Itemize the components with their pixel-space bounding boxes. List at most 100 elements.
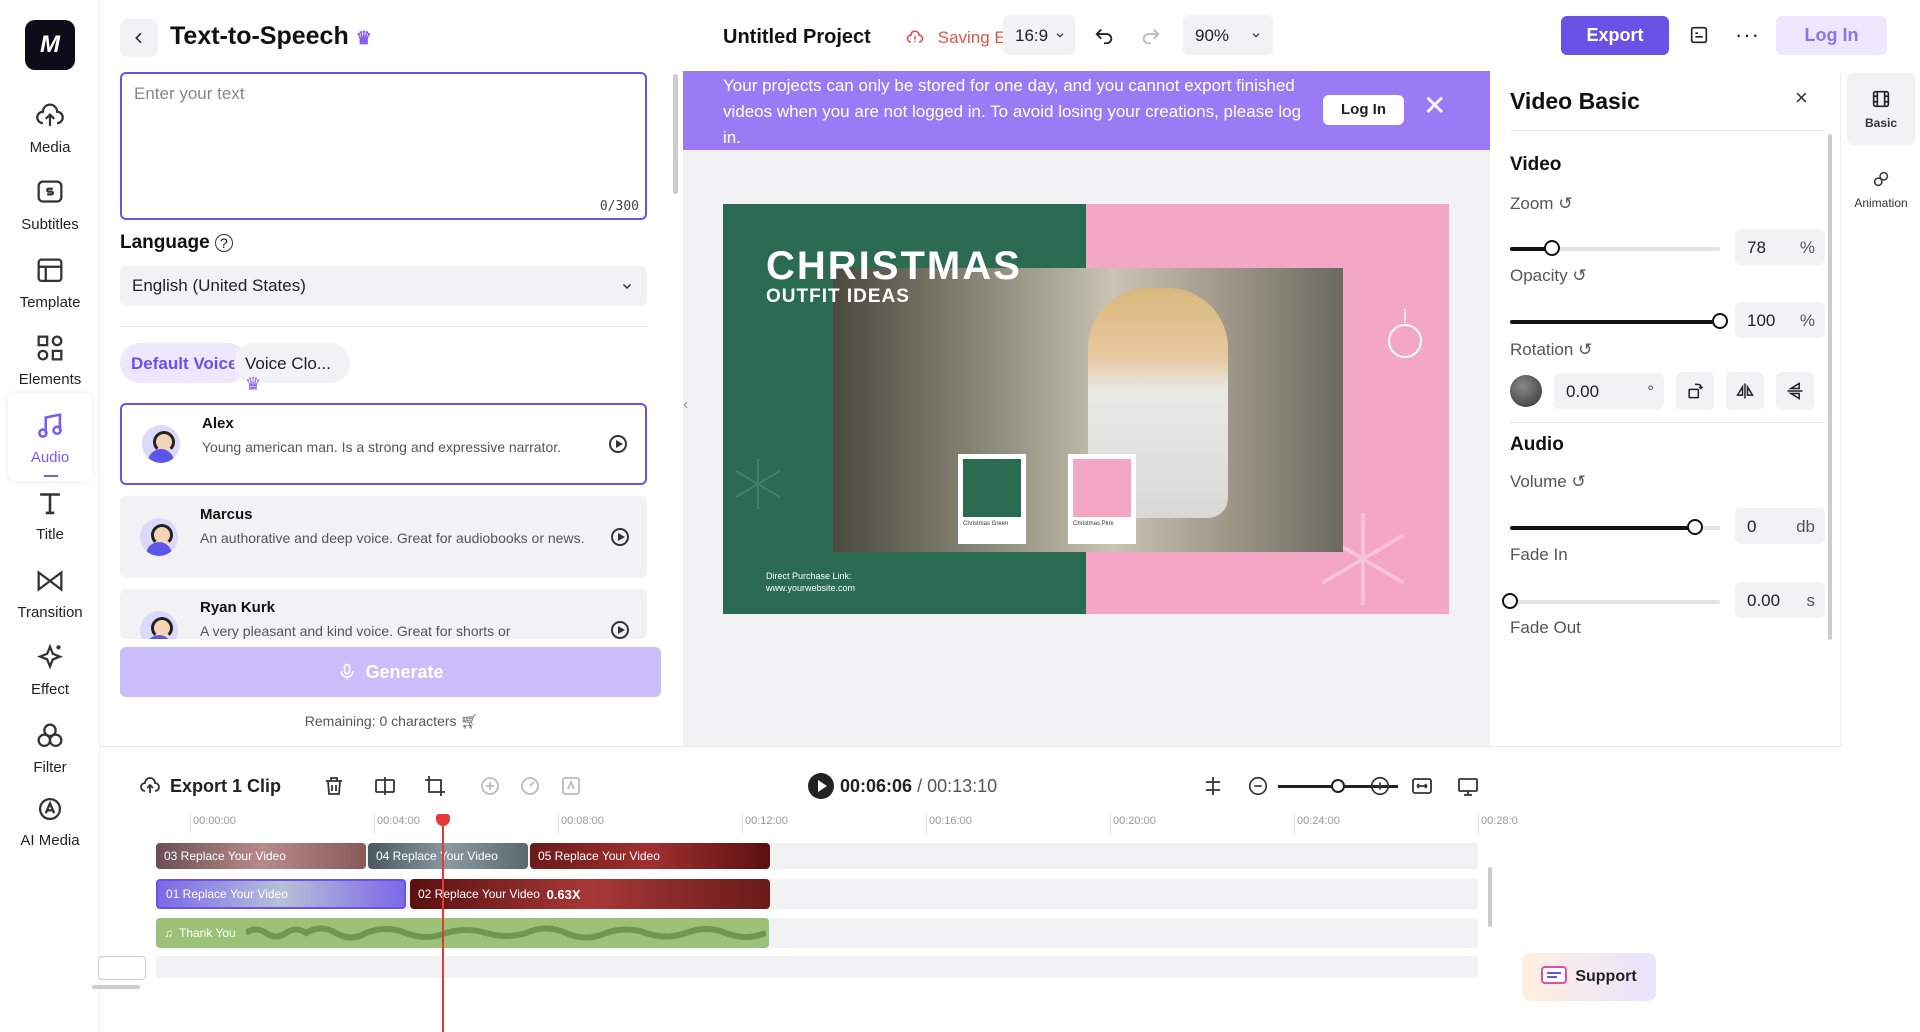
- nav-audio[interactable]: Audio: [8, 393, 92, 481]
- clip-04[interactable]: 04 Replace Your Video: [368, 843, 528, 869]
- opacity-value[interactable]: 100%: [1735, 302, 1825, 338]
- zoom-out-icon[interactable]: [1247, 771, 1269, 801]
- voice-desc: A very pleasant and kind voice. Great fo…: [200, 622, 635, 639]
- playhead[interactable]: [442, 814, 444, 1032]
- nav-transition[interactable]: Transition: [8, 548, 92, 636]
- generate-button[interactable]: Generate: [120, 647, 661, 697]
- tts-text-input[interactable]: Enter your text 0/300: [120, 72, 647, 220]
- nav-title[interactable]: Title: [8, 470, 92, 558]
- crop-icon[interactable]: [423, 771, 447, 801]
- nav-template[interactable]: Template: [8, 238, 92, 326]
- app-logo[interactable]: M: [25, 20, 75, 70]
- help-icon[interactable]: ?: [215, 234, 233, 252]
- nav-effect-label: Effect: [31, 681, 69, 698]
- volume-slider[interactable]: [1510, 526, 1720, 530]
- rotate-icon[interactable]: [1676, 372, 1714, 410]
- audio-clip[interactable]: ♫Thank You: [156, 918, 769, 948]
- props-scrollbar[interactable]: [1828, 134, 1832, 640]
- reset-icon[interactable]: ↺: [1571, 472, 1585, 491]
- fit-icon[interactable]: [1410, 771, 1434, 801]
- voice-item-marcus[interactable]: Marcus An authorative and deep voice. Gr…: [120, 496, 647, 578]
- play-icon[interactable]: [611, 621, 629, 639]
- flip-horizontal-icon[interactable]: [1726, 372, 1764, 410]
- flip-vertical-icon[interactable]: [1776, 372, 1814, 410]
- zoom-value[interactable]: 78%: [1735, 229, 1825, 265]
- split-icon[interactable]: [373, 771, 397, 801]
- top-header: Untitled Project Saving Error 16:9 90% E…: [683, 0, 1920, 71]
- audio-section-title: Audio: [1510, 434, 1564, 456]
- project-name[interactable]: Untitled Project: [723, 26, 871, 49]
- fade-out-label: Fade Out: [1510, 618, 1581, 638]
- tab-default-voice[interactable]: Default Voice: [120, 343, 248, 383]
- clip-label: 01 Replace Your Video: [166, 887, 288, 901]
- volume-value[interactable]: 0db: [1735, 508, 1825, 544]
- delete-icon[interactable]: [322, 771, 346, 801]
- opacity-slider[interactable]: [1510, 320, 1720, 324]
- cart-icon[interactable]: 🛒︎: [460, 713, 478, 729]
- monitor-icon[interactable]: [1456, 771, 1480, 801]
- clip-03[interactable]: 03 Replace Your Video: [156, 843, 366, 869]
- export-button[interactable]: Export: [1561, 16, 1669, 55]
- nav-elements[interactable]: Elements: [8, 315, 92, 403]
- language-select[interactable]: English (United States): [120, 266, 647, 306]
- tts-scrollbar[interactable]: [673, 74, 678, 194]
- voice-name: Ryan Kurk: [200, 599, 635, 616]
- voice-desc: Young american man. Is a strong and expr…: [202, 438, 633, 457]
- playback-controls: 00:06:06 / 00:13:10: [808, 771, 997, 801]
- voice-item-ryan-kurk[interactable]: Ryan Kurk A very pleasant and kind voice…: [120, 589, 647, 639]
- redo-icon[interactable]: [1140, 24, 1162, 51]
- close-icon[interactable]: ✕: [1423, 93, 1446, 119]
- back-button[interactable]: [120, 19, 158, 57]
- reset-icon[interactable]: ↺: [1558, 194, 1572, 213]
- clip-label: 04 Replace Your Video: [376, 849, 498, 863]
- play-button[interactable]: [808, 773, 834, 799]
- notes-icon[interactable]: [1688, 24, 1710, 51]
- add-track-button[interactable]: [98, 956, 146, 980]
- reset-icon[interactable]: ↺: [1578, 340, 1592, 359]
- track-empty[interactable]: [156, 956, 1478, 978]
- play-icon[interactable]: [609, 435, 627, 453]
- collapse-handle[interactable]: ‹: [683, 396, 695, 426]
- fade-in-value[interactable]: 0.00s: [1735, 582, 1825, 618]
- timeline-scrollbar-h[interactable]: [92, 985, 140, 989]
- nav-media[interactable]: Media: [8, 83, 92, 171]
- play-icon[interactable]: [611, 528, 629, 546]
- reset-icon[interactable]: ↺: [1572, 266, 1586, 285]
- nav-subtitles[interactable]: Subtitles: [8, 160, 92, 248]
- snap-icon[interactable]: [1201, 771, 1225, 801]
- undo-icon[interactable]: [1093, 24, 1115, 51]
- clip-label: 02 Replace Your Video: [418, 887, 540, 901]
- rail-animation[interactable]: Animation: [1847, 153, 1915, 225]
- zoom-slider[interactable]: [1510, 247, 1720, 251]
- nav-ai-media[interactable]: AI Media: [8, 780, 92, 860]
- rotation-dial[interactable]: [1510, 375, 1542, 407]
- rotation-value[interactable]: 0.00°: [1554, 373, 1664, 409]
- clip-05[interactable]: 05 Replace Your Video: [530, 843, 770, 869]
- tick-label: 00:08:00: [558, 815, 604, 833]
- more-icon[interactable]: ···: [1735, 22, 1760, 48]
- nav-effect[interactable]: Effect: [8, 625, 92, 713]
- music-note-icon: ♫: [164, 926, 173, 940]
- zoom-in-icon[interactable]: [1369, 771, 1391, 801]
- close-icon[interactable]: ×: [1795, 85, 1808, 111]
- header-login-button[interactable]: Log In: [1776, 16, 1887, 55]
- video-canvas[interactable]: Christmas Green Christmas Pink CHRISTMAS…: [723, 204, 1449, 614]
- tick-label: 00:24:00: [1294, 815, 1340, 833]
- clip-02[interactable]: 02 Replace Your Video 0.63X: [410, 879, 770, 909]
- export-clip-button[interactable]: Export 1 Clip: [138, 771, 281, 801]
- rail-basic[interactable]: Basic: [1847, 73, 1915, 145]
- banner-login-button[interactable]: Log In: [1323, 95, 1404, 125]
- support-button[interactable]: Support: [1522, 953, 1656, 1001]
- cloud-upload-icon: [33, 99, 67, 133]
- clip-01[interactable]: 01 Replace Your Video: [156, 879, 406, 909]
- aspect-ratio-select[interactable]: 16:9: [1003, 15, 1075, 55]
- tick-label: 00:16:00: [926, 815, 972, 833]
- voice-item-alex[interactable]: Alex Young american man. Is a strong and…: [120, 403, 647, 485]
- timeline-scrollbar-v[interactable]: [1488, 867, 1492, 927]
- chevron-left-icon: [131, 30, 147, 46]
- fade-in-slider[interactable]: [1510, 600, 1720, 604]
- tab-voice-clone[interactable]: Voice Clo... ♛: [234, 343, 350, 383]
- nav-filter[interactable]: Filter: [8, 703, 92, 791]
- transition-icon: [33, 564, 67, 598]
- zoom-select[interactable]: 90%: [1183, 15, 1273, 55]
